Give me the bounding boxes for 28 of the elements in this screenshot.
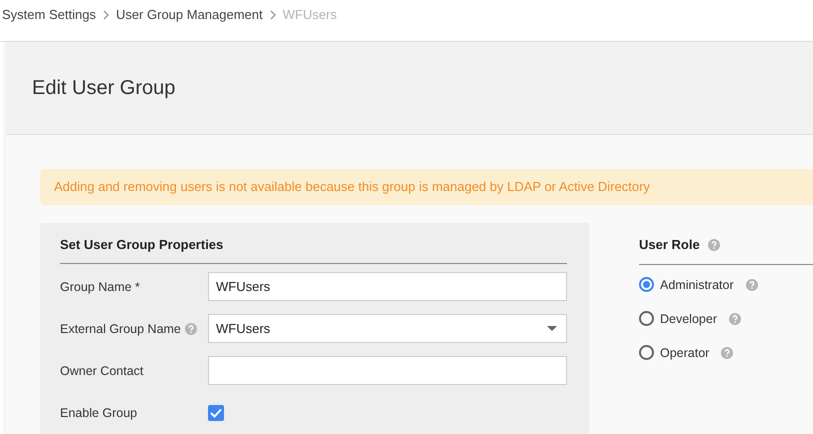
- dropdown-field[interactable]: WFUsers: [208, 314, 567, 343]
- radio-button[interactable]: [639, 277, 654, 292]
- radio-label[interactable]: Operator: [660, 346, 710, 360]
- alert-message: Adding and removing users is not available because this group is managed by LDAP or Active Directory: [40, 169, 813, 205]
- checkbox[interactable]: [208, 404, 224, 420]
- radio-button[interactable]: [639, 311, 654, 326]
- field-label: Group Name *: [60, 280, 140, 294]
- page-title: Edit User Group: [32, 76, 176, 100]
- breadcrumb-link[interactable]: System Settings: [2, 7, 96, 22]
- chevron-icon: [268, 10, 277, 20]
- field-label: Enable Group: [60, 406, 138, 420]
- section-title: Set User Group Properties: [60, 237, 567, 264]
- field-label: External Group Name: [60, 322, 181, 336]
- help-icon[interactable]: [184, 322, 197, 334]
- help-icon[interactable]: [728, 312, 741, 324]
- text-field[interactable]: [208, 356, 567, 385]
- breadcrumb-link[interactable]: User Group Management: [116, 7, 263, 22]
- help-icon[interactable]: [721, 346, 734, 358]
- help-icon[interactable]: [708, 238, 720, 250]
- field-label: Owner Contact: [60, 364, 144, 378]
- help-icon[interactable]: [746, 278, 758, 290]
- radio-label[interactable]: Administrator: [660, 278, 734, 292]
- caret-icon: [547, 326, 557, 331]
- text-field[interactable]: WFUsers: [208, 272, 567, 301]
- section-title: User Role: [639, 237, 700, 252]
- chevron-icon: [102, 10, 110, 20]
- radio-button[interactable]: [639, 345, 654, 360]
- radio-label[interactable]: Developer: [660, 312, 717, 326]
